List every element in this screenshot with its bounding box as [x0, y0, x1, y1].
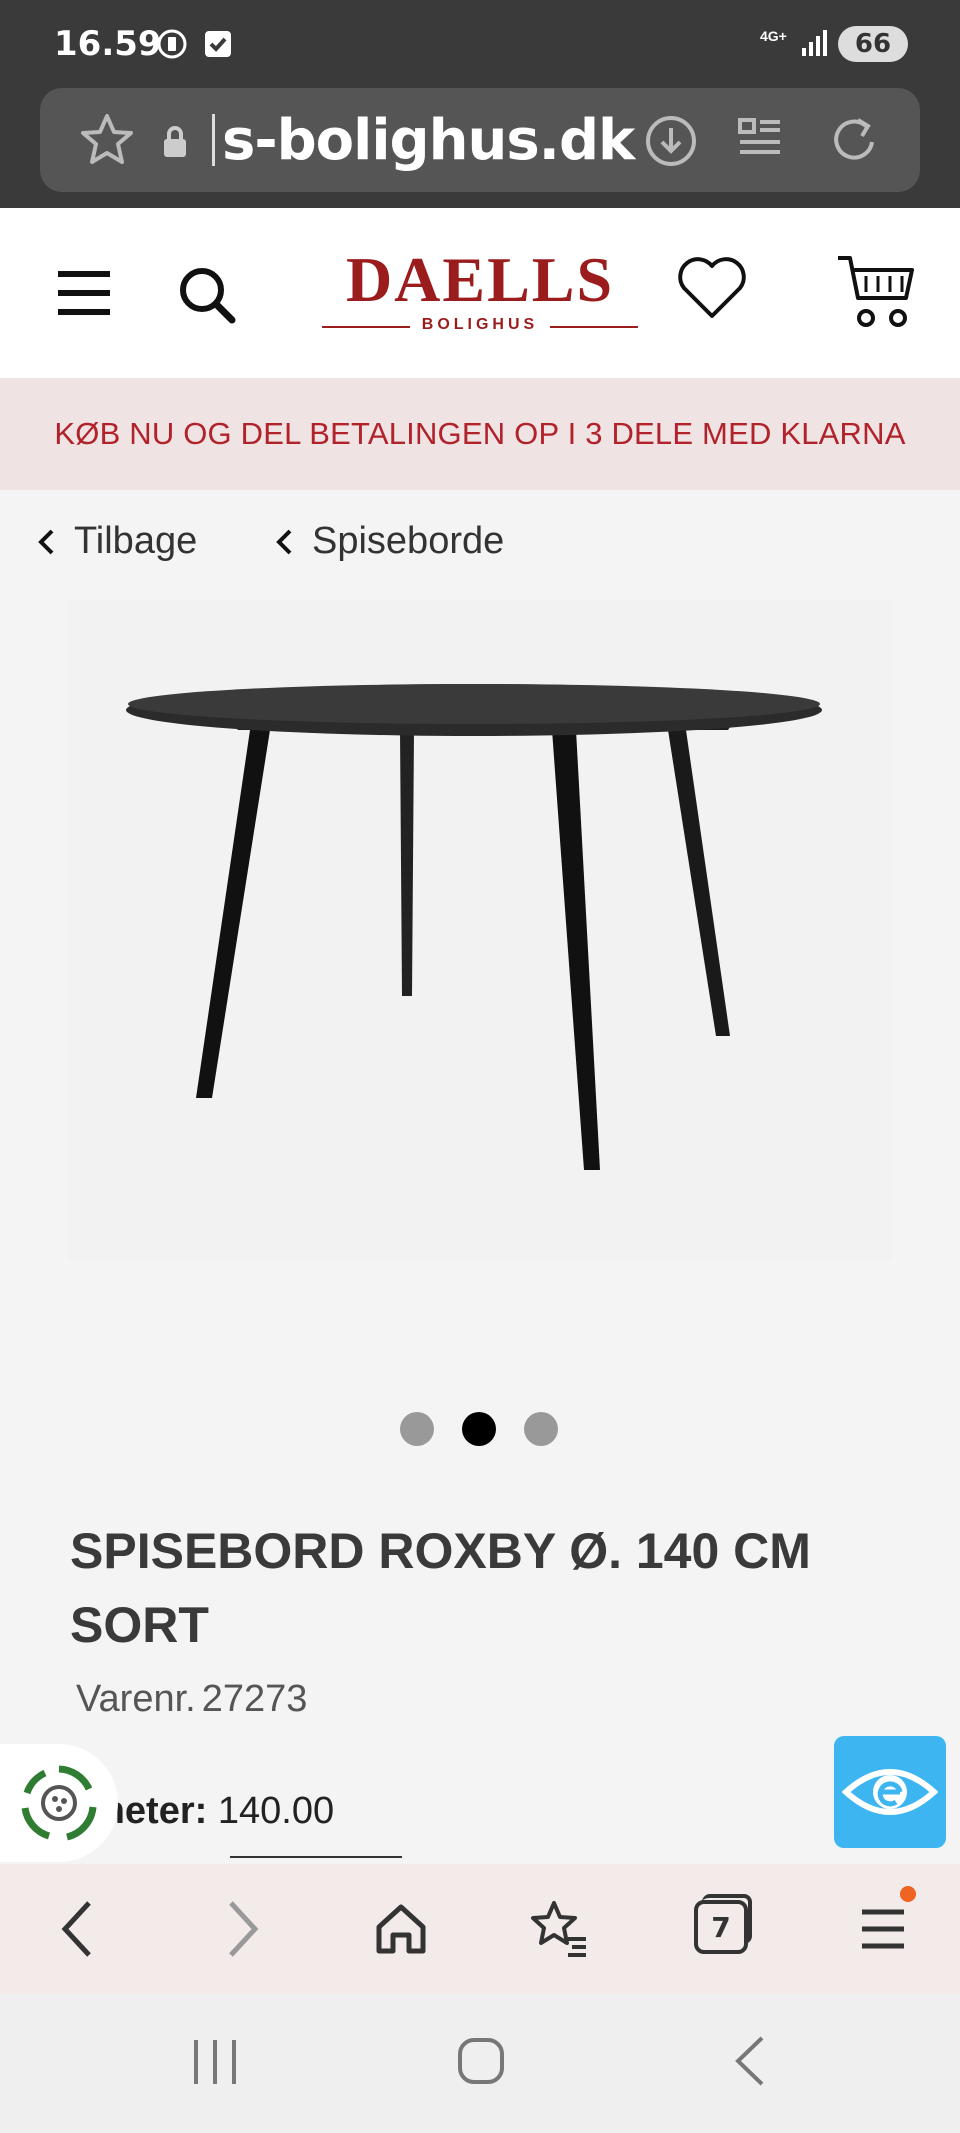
back-link-label: Tilbage — [74, 520, 198, 562]
carousel-dot-3[interactable] — [524, 1412, 558, 1446]
hamburger-icon[interactable] — [56, 270, 112, 316]
reload-icon[interactable] — [826, 112, 882, 168]
site-logo[interactable]: DAELLS BOLIGHUS — [322, 248, 638, 338]
browser-menu-button[interactable] — [846, 1886, 920, 1966]
product-image[interactable] — [68, 600, 892, 1260]
browser-toolbar: 7 — [0, 1864, 960, 1994]
promo-banner-text: KØB NU OG DEL BETALINGEN OP I 3 DELE MED… — [54, 416, 906, 451]
recent-apps-icon[interactable] — [190, 2036, 240, 2088]
search-icon[interactable] — [176, 264, 238, 326]
bookmark-star-icon[interactable] — [78, 112, 136, 168]
recycle-icon — [21, 1765, 97, 1841]
battery-indicator: 66 — [838, 26, 908, 62]
carousel-dot-1[interactable] — [400, 1412, 434, 1446]
promo-banner[interactable]: KØB NU OG DEL BETALINGEN OP I 3 DELE MED… — [0, 378, 960, 490]
chevron-left-icon — [38, 529, 54, 554]
lock-icon — [164, 126, 186, 157]
reader-mode-icon[interactable] — [736, 116, 784, 164]
status-time: 16.59 — [54, 24, 162, 64]
product-title: SPISEBORD ROXBY Ø. 140 CM SORT — [70, 1523, 811, 1653]
browser-home-button[interactable] — [364, 1892, 438, 1966]
carousel-indicator — [0, 1412, 960, 1452]
arrow-back-icon — [61, 1901, 91, 1957]
browser-tabs-button[interactable]: 7 — [686, 1892, 760, 1966]
category-link-label: Spiseborde — [312, 520, 505, 562]
spec-option-underline — [230, 1856, 402, 1858]
browser-chrome: s-bolighus.dk — [0, 88, 960, 208]
eye-icon — [842, 1769, 938, 1815]
network-type: 4G+ — [760, 28, 787, 44]
sku-label: Varenr. — [76, 1678, 196, 1720]
category-link[interactable]: Spiseborde — [274, 520, 504, 563]
arrow-forward-icon — [229, 1901, 259, 1957]
browser-back-button[interactable] — [40, 1892, 114, 1966]
chevron-left-icon — [276, 529, 292, 554]
spec-value: 140.00 — [217, 1790, 335, 1832]
browser-bookmarks-button[interactable] — [522, 1892, 596, 1966]
logo-brand: DAELLS — [345, 244, 615, 315]
carousel-dot-2[interactable] — [462, 1412, 496, 1446]
back-link[interactable]: Tilbage — [36, 520, 197, 563]
menu-icon — [862, 1909, 904, 1949]
checkbox-notification-icon — [205, 31, 231, 57]
logo-line-right — [550, 326, 638, 328]
signal-bars-icon — [802, 30, 827, 56]
site-header: DAELLS BOLIGHUS — [0, 208, 960, 378]
download-icon[interactable] — [644, 114, 698, 168]
text-cursor — [212, 114, 215, 166]
sustainability-badge[interactable] — [0, 1744, 118, 1862]
url-text[interactable]: s-bolighus.dk — [222, 108, 635, 173]
cart-icon[interactable] — [836, 254, 916, 330]
accessibility-button[interactable] — [834, 1736, 946, 1848]
breadcrumb: Tilbage Spiseborde — [0, 520, 960, 580]
bookmarks-star-icon — [531, 1901, 586, 1957]
status-bar: 16.59 4G+ 66 — [0, 0, 960, 88]
address-bar[interactable]: s-bolighus.dk — [40, 88, 920, 192]
home-nav-icon[interactable] — [456, 2036, 506, 2086]
dining-table-image — [126, 684, 822, 1170]
sku-value: 27273 — [201, 1678, 308, 1720]
tab-count: 7 — [694, 1900, 748, 1954]
browser-forward-button[interactable] — [206, 1892, 280, 1966]
data-saver-icon — [157, 29, 187, 59]
notification-dot — [900, 1886, 916, 1902]
system-nav-bar — [0, 1994, 960, 2133]
battery-level: 66 — [854, 29, 892, 59]
logo-sub: BOLIGHUS — [421, 316, 539, 333]
home-icon — [376, 1904, 426, 1954]
back-nav-icon[interactable] — [730, 2034, 770, 2088]
product-sku: Varenr. 27273 — [70, 1678, 307, 1721]
heart-icon[interactable] — [676, 256, 748, 322]
